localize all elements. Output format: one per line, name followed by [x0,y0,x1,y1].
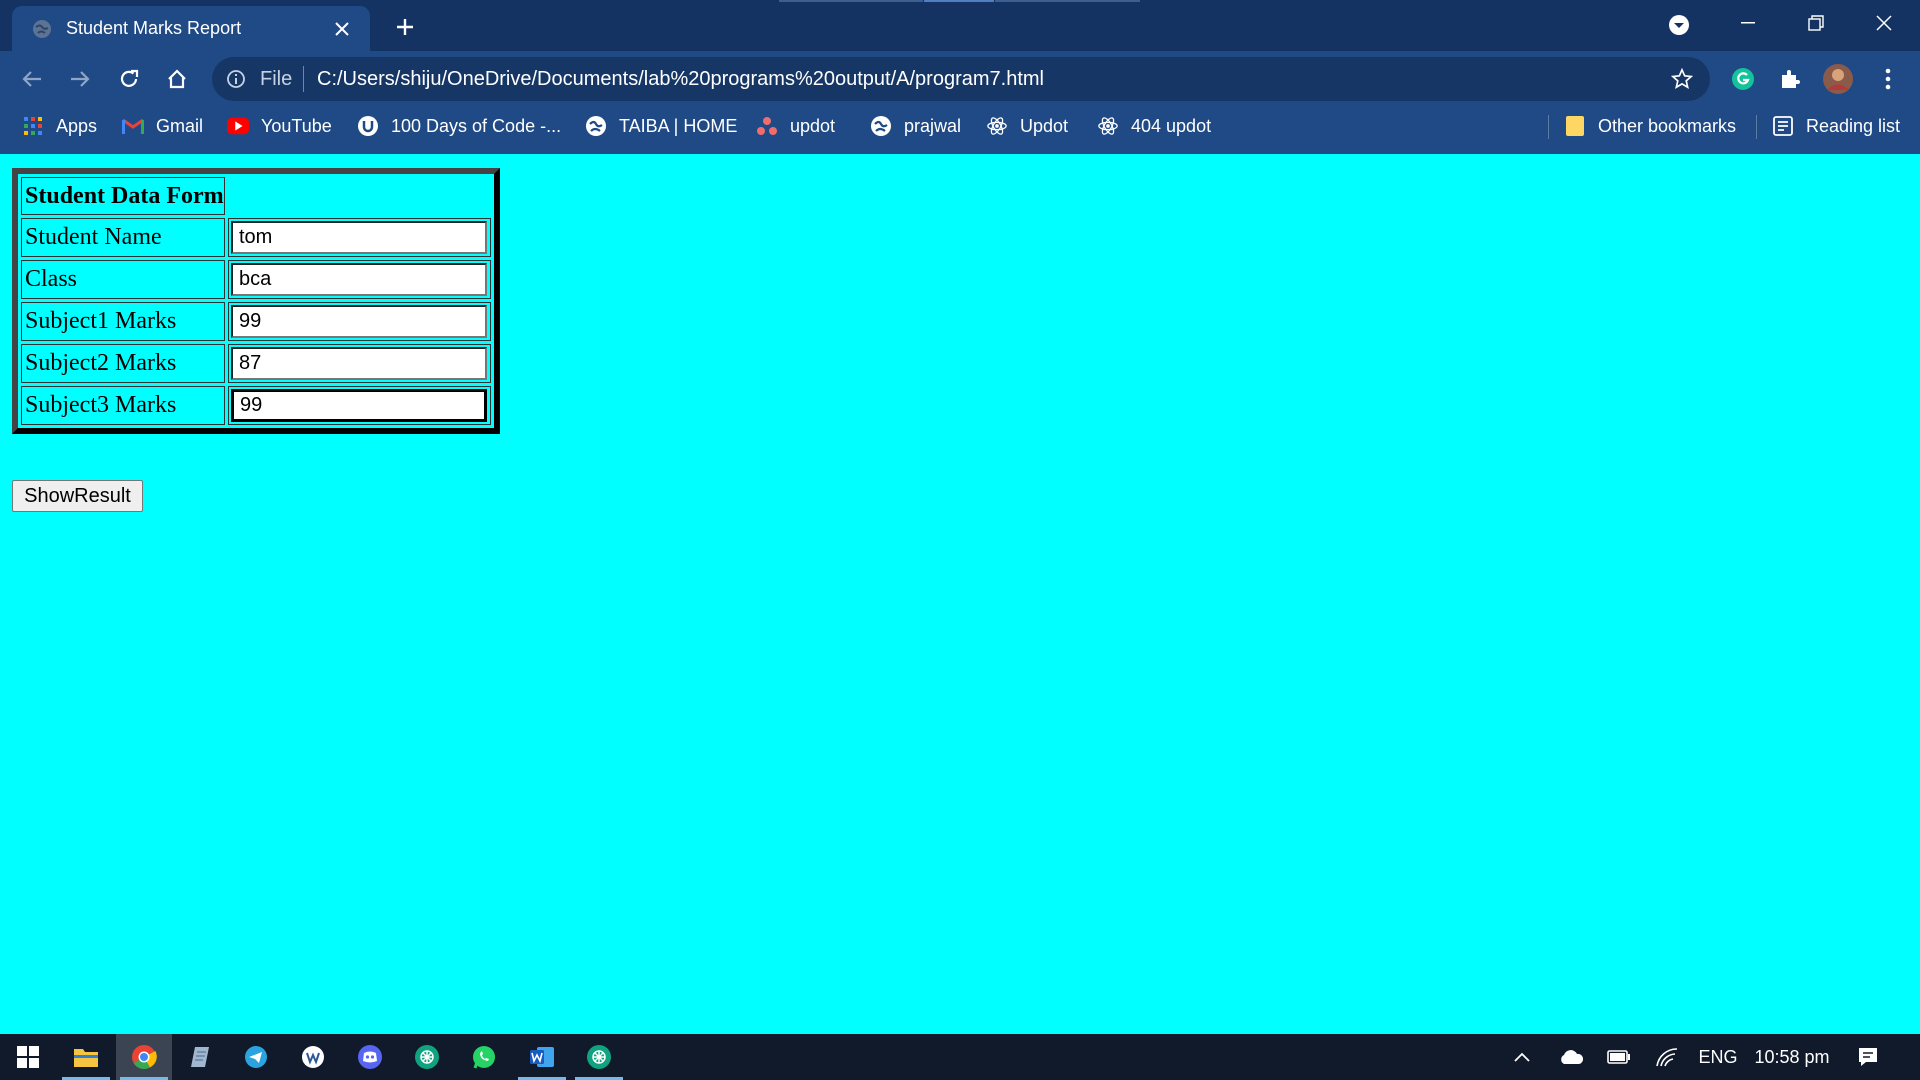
bookmarks-divider [1756,115,1757,139]
whatsapp-icon[interactable] [456,1034,512,1080]
folder-icon [1564,115,1586,137]
bookmark-apps[interactable]: Apps [22,107,97,145]
updot-icon [756,115,778,137]
react-icon [1097,115,1119,137]
student-data-form: Student Data Form Student Name Class Sub… [12,168,500,434]
class-label: Class [21,260,225,299]
bookmark-taiba-home[interactable]: TAIBA | HOME [585,107,737,145]
notepad-icon[interactable] [172,1034,228,1080]
reading-list[interactable]: Reading list [1772,107,1900,145]
bookmark-label: Updot [1020,115,1069,136]
url-scheme-label: File [260,68,293,90]
u-badge-icon [357,115,379,137]
bookmark-label: updot [790,115,836,136]
bookmark-label: 100 Days of Code -... [391,115,562,136]
window-drag-indicator [779,0,923,2]
form-heading: Student Data Form [21,177,225,215]
bookmark-youtube[interactable]: YouTube [227,107,332,145]
back-button[interactable] [14,61,50,97]
student-name-label: Student Name [21,218,225,257]
windows-taskbar: ENG 10:58 pm [0,1034,1920,1080]
other-bookmarks[interactable]: Other bookmarks [1564,107,1736,145]
globe-icon [585,115,607,137]
new-tab-button[interactable] [388,10,422,44]
subject3-marks-label: Subject3 Marks [21,386,225,425]
close-window-button[interactable] [1850,0,1918,46]
home-button[interactable] [159,61,195,97]
bookmarks-divider [1548,115,1549,139]
tab-strip: Student Marks Report [0,0,1920,51]
other-bookmarks-label: Other bookmarks [1598,115,1737,136]
bookmark-label: Apps [56,115,98,136]
tab-search-button[interactable] [1661,9,1697,41]
restore-window-button[interactable] [1782,0,1850,46]
grammarly-icon[interactable] [1725,61,1761,97]
page-content: Student Data Form Student Name Class Sub… [0,154,1920,1034]
windows-start-icon[interactable] [0,1034,56,1080]
window-drag-indicator-right [995,0,1140,2]
subject2-marks-label: Subject2 Marks [21,344,225,383]
globe-icon [32,19,52,39]
class-field[interactable] [231,263,487,296]
notifications-icon[interactable] [1848,1034,1888,1080]
bookmark-updot-react[interactable]: Updot [986,107,1068,145]
bookmark-label: prajwal [904,115,962,136]
window-drag-indicator-active [924,0,994,2]
url-text[interactable]: C:/Users/shiju/OneDrive/Documents/lab%20… [317,68,1044,91]
bookmark-label: Gmail [156,115,204,136]
close-tab-icon[interactable] [326,13,358,45]
omnibox-separator [303,66,304,92]
subject1-marks-field[interactable] [231,305,487,338]
bookmark-label: TAIBA | HOME [619,115,738,136]
bookmark-star-icon[interactable] [1668,65,1696,93]
site-info-icon[interactable] [224,67,248,91]
show-hidden-icons-chevron-icon[interactable] [1504,1034,1540,1080]
browser-window-chrome: Student Marks Report File C:/Users/shiju… [0,0,1920,154]
onedrive-cloud-icon[interactable] [1551,1034,1591,1080]
chrome-icon[interactable] [116,1034,172,1080]
word-icon[interactable] [514,1034,570,1080]
tab-student-marks-report[interactable]: Student Marks Report [12,6,370,51]
file-explorer-icon[interactable] [58,1034,114,1080]
subject3-marks-field[interactable] [231,389,487,422]
bookmarks-bar: Apps Gmail YouTube 100 Days of Code -...… [0,107,1920,154]
extensions-puzzle-icon[interactable] [1772,61,1808,97]
bookmark-updot[interactable]: updot [756,107,835,145]
bookmark-prajwal[interactable]: prajwal [870,107,961,145]
chatgpt-icon[interactable] [571,1034,627,1080]
minimize-window-button[interactable] [1714,0,1782,46]
bookmark-label: 404 updot [1131,115,1212,136]
address-bar[interactable]: File C:/Users/shiju/OneDrive/Documents/l… [212,57,1710,101]
clock-time[interactable]: 10:58 pm [1748,1034,1836,1080]
chatgpt-icon[interactable] [399,1034,455,1080]
show-result-button[interactable]: ShowResult [12,480,143,512]
apps-grid-icon [22,115,44,137]
reading-list-icon [1772,115,1794,137]
bookmark-label: YouTube [261,115,332,136]
reading-list-label: Reading list [1806,115,1901,136]
telegram-icon[interactable] [228,1034,284,1080]
globe-icon [870,115,892,137]
bookmark-gmail[interactable]: Gmail [122,107,203,145]
language-indicator[interactable]: ENG [1694,1034,1742,1080]
gmail-icon [122,115,144,137]
student-name-field[interactable] [231,221,487,254]
subject2-marks-field[interactable] [231,347,487,380]
tab-title: Student Marks Report [66,18,242,38]
wifi-icon[interactable] [1648,1034,1686,1080]
profile-avatar[interactable] [1820,61,1856,97]
forward-button[interactable] [62,61,98,97]
battery-icon[interactable] [1600,1034,1638,1080]
app-w-icon[interactable] [285,1034,341,1080]
heading-spacer [228,177,491,215]
discord-icon[interactable] [342,1034,398,1080]
react-icon [986,115,1008,137]
youtube-icon [227,115,249,137]
browser-menu-icon[interactable] [1870,61,1906,97]
subject1-marks-label: Subject1 Marks [21,302,225,341]
bookmark-404-updot[interactable]: 404 updot [1097,107,1211,145]
reload-button[interactable] [111,61,147,97]
browser-toolbar: File C:/Users/shiju/OneDrive/Documents/l… [0,51,1920,107]
bookmark-100-days-of-code[interactable]: 100 Days of Code -... [357,107,561,145]
